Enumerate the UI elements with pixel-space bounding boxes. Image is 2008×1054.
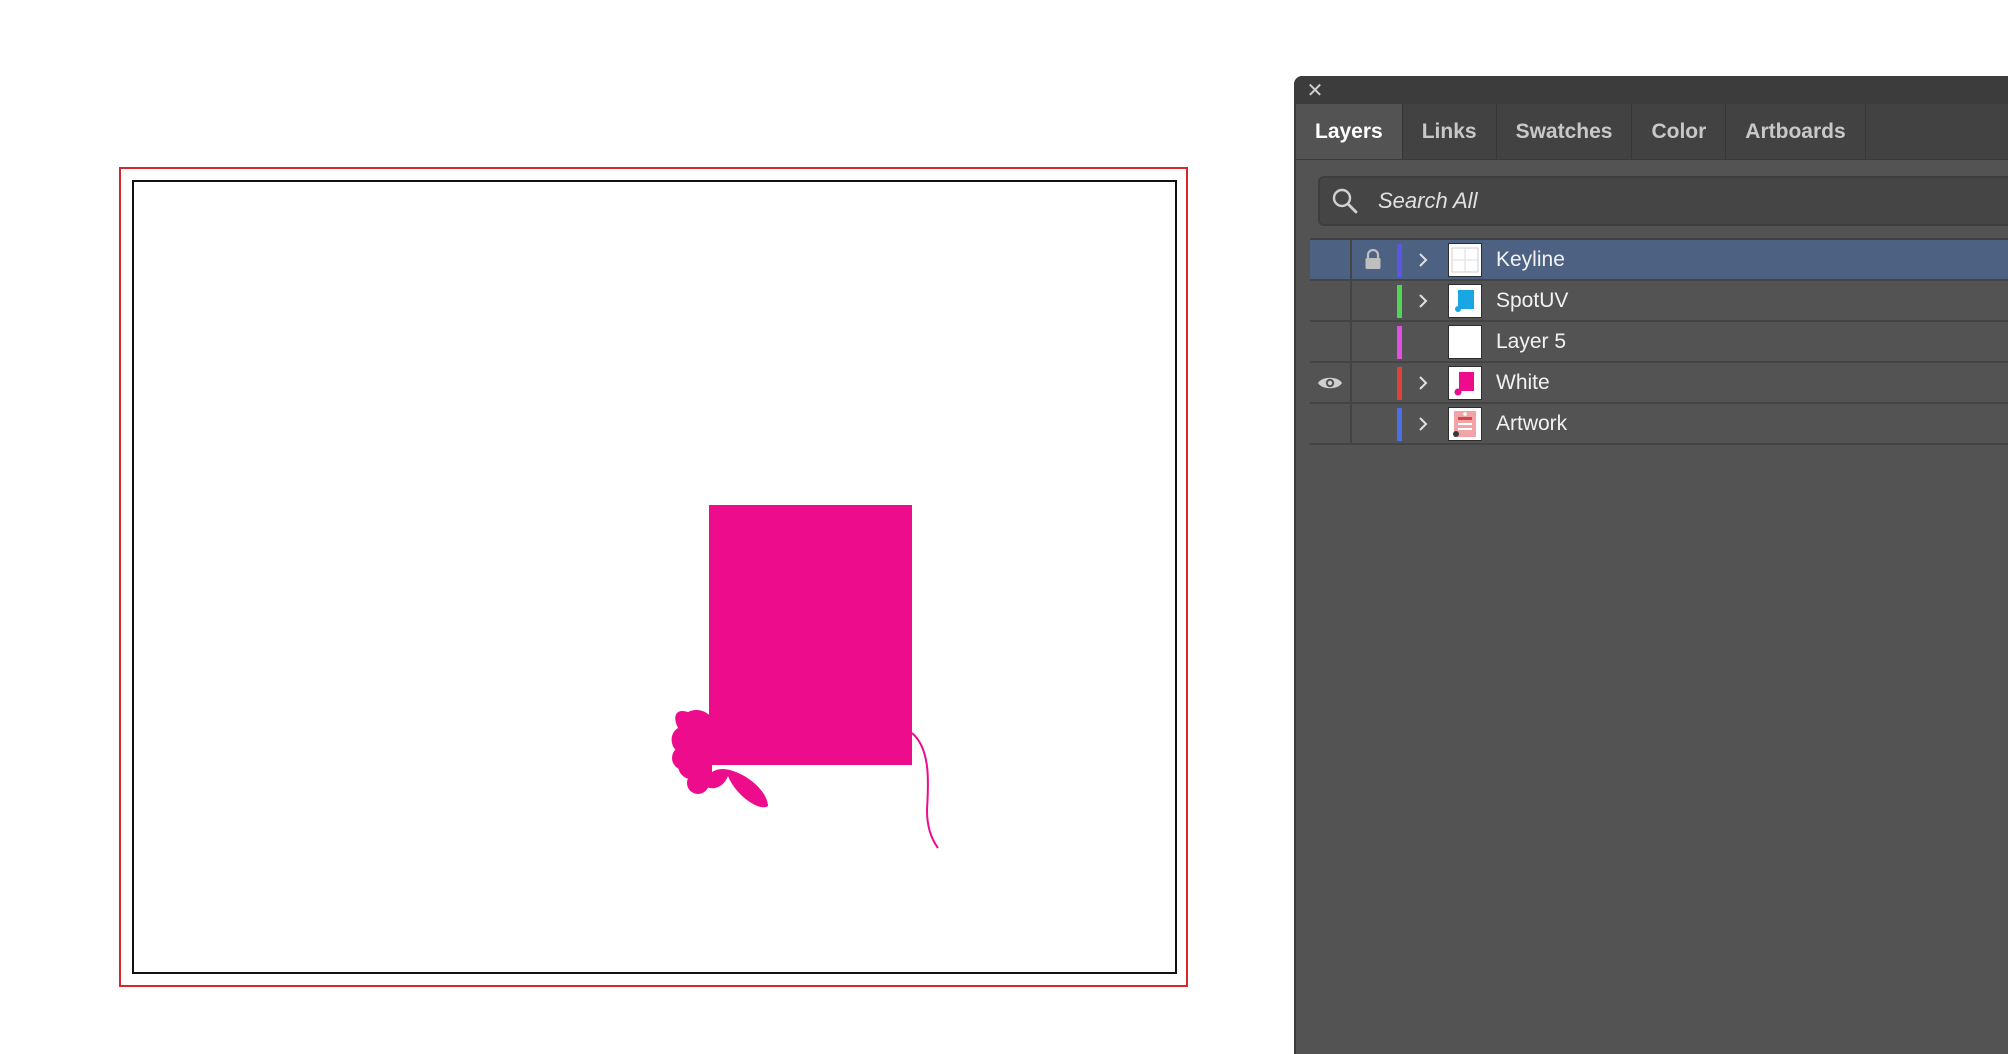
expand-toggle[interactable]	[1410, 240, 1436, 279]
chevron-right-icon	[1419, 252, 1428, 267]
tab-swatches[interactable]: Swatches	[1497, 104, 1633, 159]
layers-panel: ✕ Layers Links Swatches Color Artboards	[1294, 76, 2008, 1054]
layer-row-layer-5[interactable]: Layer 5	[1310, 322, 2008, 363]
document-canvas[interactable]	[0, 0, 1290, 1054]
panel-title-bar: ✕	[1296, 76, 2008, 104]
layer-name: Layer 5	[1496, 329, 1567, 353]
lock-icon	[1365, 248, 1381, 269]
lock-toggle[interactable]	[1352, 363, 1394, 402]
lock-toggle[interactable]	[1352, 281, 1394, 320]
eye-icon	[1318, 377, 1342, 388]
layer-row-white[interactable]: White	[1310, 363, 2008, 404]
visibility-toggle[interactable]	[1310, 363, 1352, 402]
search-input[interactable]	[1376, 187, 1940, 215]
artwork-thumbnail	[1448, 407, 1482, 441]
keyline-thumbnail	[1448, 243, 1482, 277]
white-thumbnail	[1448, 366, 1482, 400]
magenta-rectangle[interactable]	[709, 505, 912, 765]
magenta-stem-line[interactable]	[911, 732, 939, 849]
visibility-toggle[interactable]	[1310, 322, 1352, 361]
layer-name: SpotUV	[1496, 288, 1569, 312]
layers-list: Keyline SpotUV Layer 5 White Artwork	[1310, 240, 2008, 445]
layer-row-spotuv[interactable]: SpotUV	[1310, 281, 2008, 322]
lock-toggle[interactable]	[1352, 322, 1394, 361]
lock-toggle[interactable]	[1352, 404, 1394, 443]
blank-thumbnail	[1448, 325, 1482, 359]
tab-layers[interactable]: Layers	[1296, 104, 1403, 159]
chevron-right-icon	[1419, 293, 1428, 308]
layer-color-swatch	[1397, 244, 1402, 277]
layer-color-swatch	[1397, 326, 1402, 359]
expand-toggle[interactable]	[1410, 404, 1436, 443]
close-icon[interactable]: ✕	[1304, 79, 1326, 101]
chevron-right-icon	[1419, 416, 1428, 431]
expand-toggle[interactable]	[1410, 281, 1436, 320]
layer-color-swatch	[1397, 408, 1402, 441]
tab-artboards[interactable]: Artboards	[1726, 104, 1866, 159]
spotuv-thumbnail	[1448, 284, 1482, 318]
chevron-right-icon	[1419, 375, 1428, 390]
layer-search-box[interactable]	[1318, 176, 2008, 226]
tab-links[interactable]: Links	[1403, 104, 1497, 159]
artwork-layer	[671, 505, 939, 849]
tab-color[interactable]: Color	[1632, 104, 1727, 159]
visibility-toggle[interactable]	[1310, 281, 1352, 320]
layer-name: Keyline	[1496, 247, 1565, 271]
layer-name: White	[1496, 370, 1550, 394]
lock-toggle[interactable]	[1352, 240, 1394, 279]
layer-row-keyline[interactable]: Keyline	[1310, 240, 2008, 281]
layer-color-swatch	[1397, 285, 1402, 318]
layer-color-swatch	[1397, 367, 1402, 400]
visibility-toggle[interactable]	[1310, 404, 1352, 443]
layer-name: Artwork	[1496, 411, 1568, 435]
layer-row-artwork[interactable]: Artwork	[1310, 404, 2008, 445]
indesign-window: ✕ Layers Links Swatches Color Artboards	[0, 0, 2008, 1054]
panel-tab-bar: Layers Links Swatches Color Artboards	[1296, 104, 2008, 160]
visibility-toggle[interactable]	[1310, 240, 1352, 279]
expand-toggle[interactable]	[1410, 363, 1436, 402]
search-icon	[1332, 188, 1358, 214]
